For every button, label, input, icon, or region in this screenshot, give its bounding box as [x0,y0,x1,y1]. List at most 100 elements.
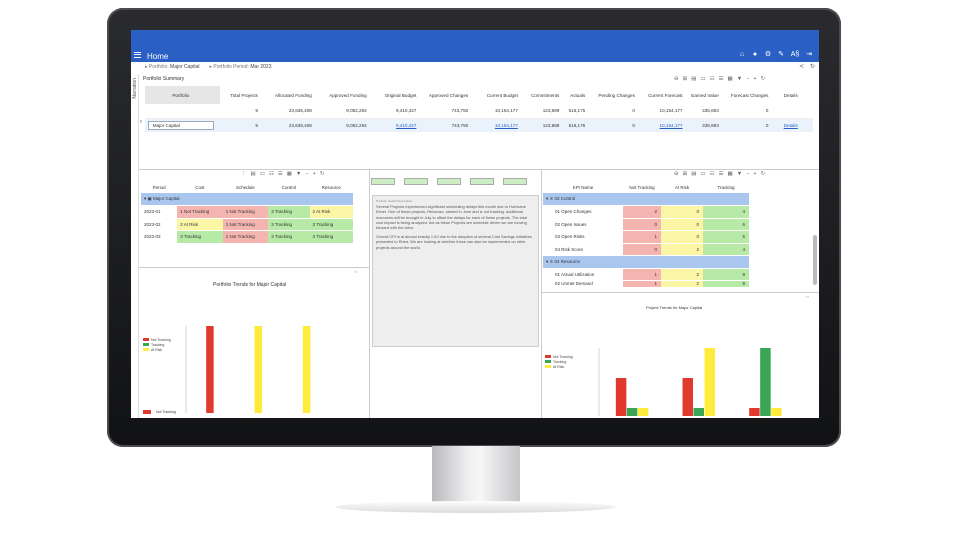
export-icon[interactable]: ▤ [691,171,696,177]
logout-icon[interactable]: ⇥ [805,51,813,59]
table-row[interactable]: 2023-01 1 Not Tracking 1 Not Tracking 3 … [141,205,353,219]
print-icon[interactable]: ▭ [260,171,265,177]
column-header[interactable]: At Risk [661,182,703,193]
columns-icon[interactable]: ☷ [710,76,715,82]
table-row[interactable]: Major Capital 9 23,636,408 9,082,294 9,4… [145,118,813,132]
group-row[interactable]: ▾ ▣ Major Capital [141,193,353,206]
column-header[interactable]: Tracking [703,182,749,193]
home-icon[interactable]: ⌂ [738,51,746,59]
column-header[interactable]: Current Forecast [638,86,686,104]
chart-menu-icon[interactable]: ⇔ [805,294,810,300]
collapse-icon[interactable]: − [746,171,749,177]
reload-icon[interactable]: ↻ [761,171,766,177]
menu-icon[interactable] [134,52,141,58]
funnel-icon[interactable]: ▼ [296,171,301,177]
funnel-icon[interactable]: ▼ [737,171,742,177]
user-icon[interactable]: A§ [790,51,800,59]
column-header[interactable]: Actuals [562,86,588,104]
print-icon[interactable]: ▭ [700,171,705,177]
bar-tracking[interactable] [693,408,705,416]
bar-at-risk[interactable] [302,326,311,413]
list-icon[interactable]: ☰ [278,171,283,177]
reload-icon[interactable]: ↻ [761,76,766,82]
group-row[interactable]: ▾ ⁜ 04 Resource [543,255,749,269]
table-row[interactable]: 02 Unmet Demand 1 2 9 [543,280,749,288]
export-icon[interactable]: ▤ [691,76,696,82]
bar-at-risk[interactable] [771,408,782,416]
original-budget-link[interactable]: 9,410,427 [396,123,416,128]
columns-icon[interactable]: ☷ [269,171,274,177]
bar-at-risk[interactable] [704,348,716,416]
table-row[interactable]: 2023-03 3 Tracking 1 Not Tracking 3 Trac… [141,230,353,244]
status-chip[interactable] [404,178,428,185]
expand-icon[interactable]: + [313,171,316,177]
column-header[interactable]: Schedule [223,182,269,193]
table-row[interactable]: 02 Open Issues 0 0 6 [543,218,749,231]
view-icon[interactable]: ⊖ [674,171,679,177]
columns-icon[interactable]: ☷ [710,171,715,177]
status-chip[interactable] [470,178,494,185]
column-header[interactable]: Resource [310,182,353,193]
column-header[interactable]: Original Budget [370,86,420,104]
list-icon[interactable]: ☰ [719,76,724,82]
view-icon[interactable]: ⊖ [674,76,679,82]
current-forecast-link[interactable]: 10,154,177 [660,123,683,128]
bar-tracking[interactable] [626,408,638,416]
column-header[interactable]: Allocated Funding [261,86,315,104]
gear-icon[interactable]: ⚙ [764,51,772,59]
column-header[interactable]: Approved Funding [315,86,370,104]
column-header[interactable]: Period [141,182,177,193]
column-header[interactable]: Total Projects [220,86,261,104]
table-row[interactable]: 03 Open Risks 1 0 5 [543,230,749,244]
print-icon[interactable]: ▭ [700,76,705,82]
grid-icon[interactable]: ▦ [287,171,292,177]
refresh-icon[interactable]: ↻ [810,63,815,70]
bar-not-tracking[interactable] [749,408,760,416]
export-icon[interactable]: ▤ [251,171,256,177]
bar-not-tracking[interactable] [682,378,694,416]
wrench-icon[interactable]: ✎ [777,51,785,59]
share-icon[interactable]: ≺ [799,63,804,70]
funnel-icon[interactable]: ▼ [737,76,742,82]
column-header[interactable]: Earned Value [686,86,722,104]
drag-icon[interactable]: ⋮ [241,171,247,177]
table-row[interactable]: 01 Open Changes 2 0 4 [543,205,749,219]
list-icon[interactable]: ☰ [719,171,724,177]
filter-icon[interactable]: ⊞ [683,76,688,82]
group-row[interactable]: ▾ ⁜ 03 Control [543,193,749,206]
table-row[interactable]: 04 Risk Score 0 2 4 [543,243,749,256]
bar-tracking[interactable] [760,348,771,416]
expand-icon[interactable]: + [753,171,756,177]
kpi-scrollbar[interactable] [813,235,817,285]
status-chip[interactable] [437,178,461,185]
grid-icon[interactable]: ▦ [728,171,733,177]
help-icon[interactable]: ● [751,51,759,59]
column-header[interactable]: Cost [177,182,223,193]
column-header[interactable]: Portfolio [145,86,220,104]
column-header[interactable]: Forecast Changes [722,86,772,104]
filter-icon[interactable]: ⊞ [683,171,688,177]
status-chip[interactable] [503,178,527,185]
table-row[interactable]: 2023-02 2 At Risk 1 Not Tracking 3 Track… [141,218,353,231]
collapse-icon[interactable]: − [746,76,749,82]
table-row[interactable]: 01 Actual Utilization 1 2 9 [543,268,749,281]
column-header[interactable]: Details [771,86,813,104]
details-link[interactable]: Details [784,123,798,128]
portfolio-name-cell[interactable]: Major Capital [147,120,214,130]
narrative-textarea[interactable]: Portfolio Health Description Several Pro… [372,195,539,347]
narration-sidebar-tab[interactable]: Narration [131,74,139,418]
status-chip[interactable] [371,178,395,185]
column-header[interactable]: Commitments [521,86,562,104]
column-header[interactable]: Not Tracking [623,182,661,193]
chart-menu-icon[interactable]: ⇔ [353,269,358,275]
column-header[interactable]: Current Budget [471,86,521,104]
breadcrumb-period[interactable]: ▸ Portfolio Period: Mar 2023 [210,64,272,70]
bar-not-tracking[interactable] [615,378,627,416]
grid-icon[interactable]: ▦ [728,76,733,82]
breadcrumb-portfolio[interactable]: ▸ Portfolio: Major Capital [145,64,200,70]
column-header[interactable]: Approved Changes [419,86,471,104]
bar-not-tracking[interactable] [206,326,214,413]
column-header[interactable]: KPI Name [543,182,623,193]
row-expand-arrow[interactable]: › [140,119,142,125]
bar-at-risk[interactable] [637,408,649,416]
